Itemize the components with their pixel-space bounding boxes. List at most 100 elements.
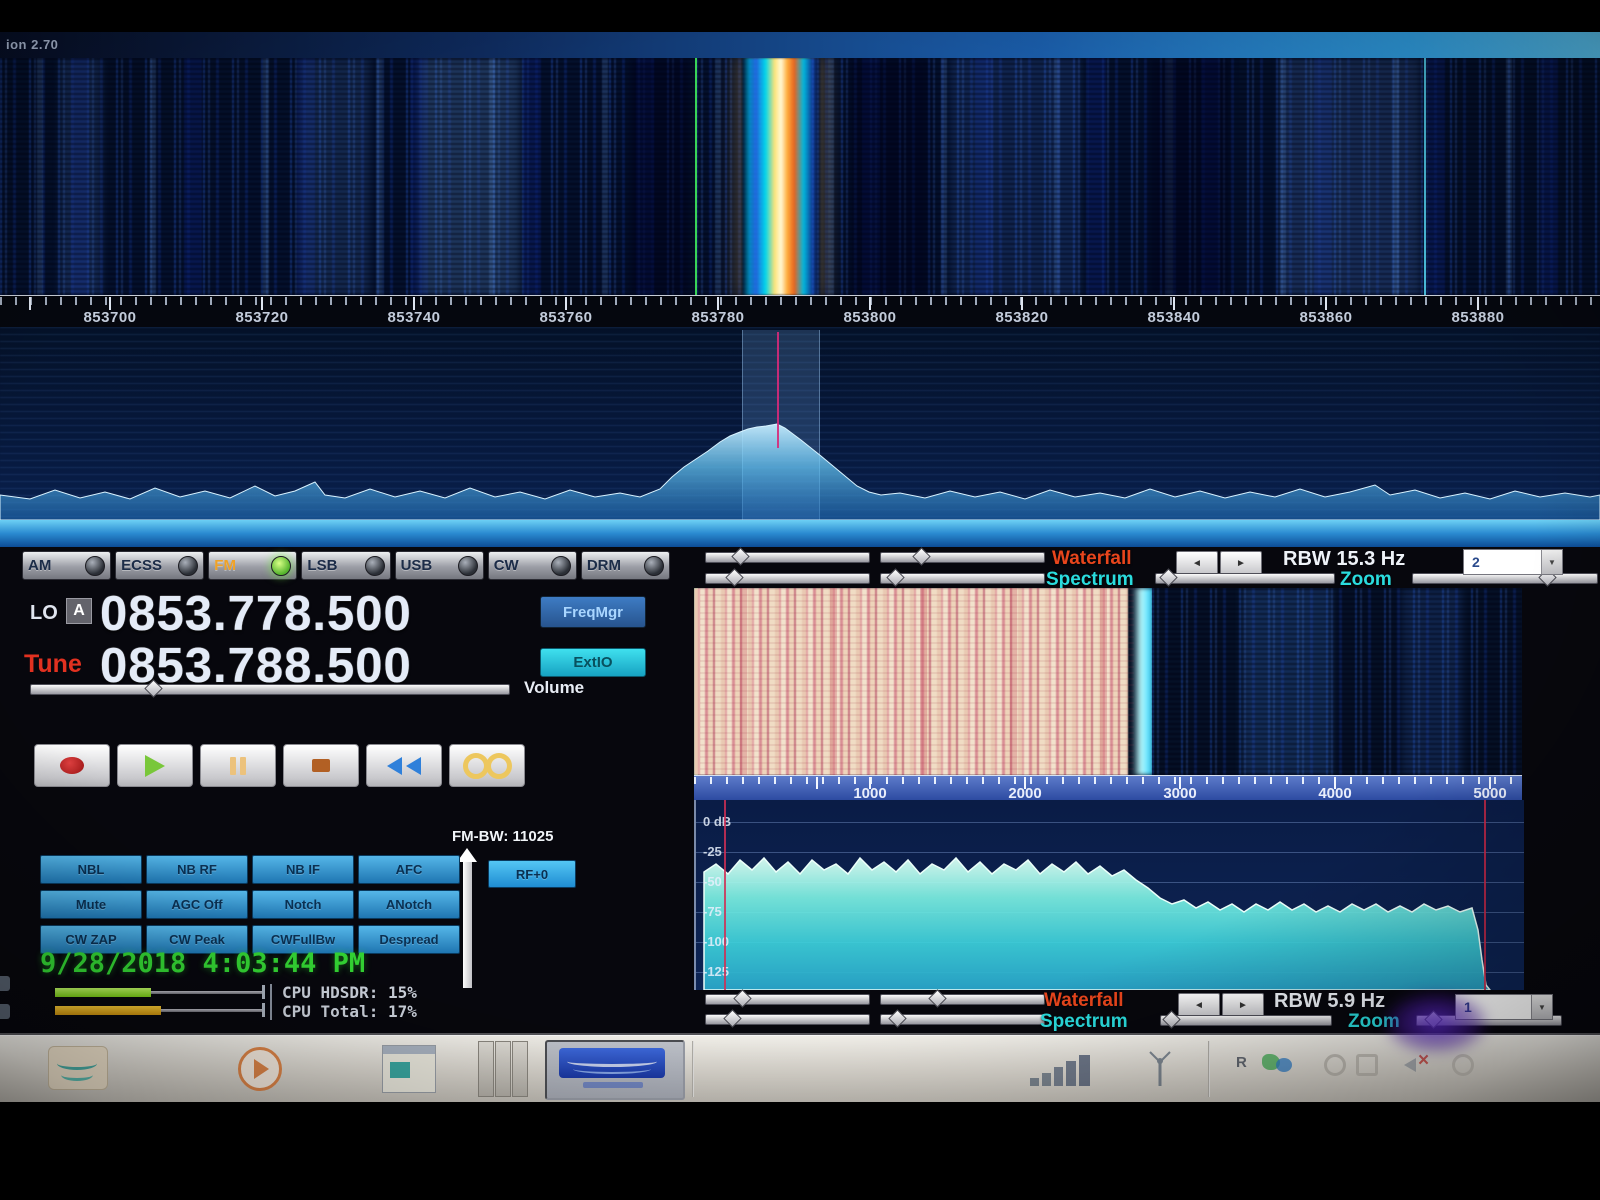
mode-button-usb[interactable]: USB	[395, 551, 484, 580]
mode-button-lsb[interactable]: LSB	[301, 551, 390, 580]
af-frequency-ruler[interactable]: 1000 2000 3000 4000 5000	[694, 775, 1522, 801]
play-button[interactable]	[117, 744, 193, 787]
tray-gray-icon[interactable]	[1452, 1054, 1474, 1076]
stacked-pane-icon[interactable]	[495, 1041, 511, 1097]
fm-bw-slider-arrow-icon[interactable]	[457, 848, 477, 862]
knob-icon[interactable]	[85, 556, 105, 576]
fm-bw-slider[interactable]	[463, 862, 472, 988]
rf-extra-slider[interactable]	[1155, 573, 1335, 584]
nb-if-button[interactable]: NB IF	[252, 855, 354, 884]
slider-thumb[interactable]	[1159, 568, 1177, 586]
af-waterfall-display[interactable]	[694, 588, 1522, 775]
rf-rbw-increase-button[interactable]: ►	[1220, 551, 1262, 575]
window-titlebar: ion 2.70	[0, 32, 1600, 59]
tray-blue-icon[interactable]	[1276, 1058, 1292, 1072]
antenna-icon[interactable]	[1142, 1050, 1178, 1088]
knob-icon[interactable]	[458, 556, 478, 576]
record-button[interactable]	[34, 744, 110, 787]
af-spectrum-trace	[696, 800, 1524, 990]
meter-track[interactable]	[151, 991, 263, 994]
rf-spectrum-contrast-slider[interactable]	[880, 573, 1045, 584]
slider-thumb[interactable]	[886, 568, 904, 586]
freqmgr-button[interactable]: FreqMgr	[540, 596, 646, 628]
af-spectrum-display[interactable]: 0 dB -25 -50 -75 -100 -125	[694, 800, 1524, 990]
af-noise-region	[1152, 588, 1522, 775]
datetime-display: 9/28/2018 4:03:44 PM	[40, 948, 365, 979]
slider-thumb[interactable]	[912, 547, 930, 565]
af-spectrum-contrast-slider[interactable]	[880, 1014, 1045, 1025]
rf-spectrum-display[interactable]	[0, 327, 1600, 520]
stacked-pane-icon[interactable]	[512, 1041, 528, 1097]
meter-track[interactable]	[161, 1009, 263, 1012]
rf-waterfall-speed-spinner[interactable]: 2 ▼	[1463, 549, 1563, 575]
spinner-dropdown-icon[interactable]: ▼	[1531, 995, 1552, 1019]
anotch-button[interactable]: ANotch	[358, 890, 460, 919]
rf-waterfall-display[interactable]	[0, 58, 1600, 295]
af-waterfall-speed-spinner[interactable]: 1 ▼	[1455, 994, 1553, 1020]
volume-slider[interactable]	[30, 684, 510, 695]
af-waterfall-brightness-slider[interactable]	[705, 994, 870, 1005]
notch-button[interactable]: Notch	[252, 890, 354, 919]
mute-button[interactable]: Mute	[40, 890, 142, 919]
knob-icon[interactable]	[644, 556, 664, 576]
mode-button-drm[interactable]: DRM	[581, 551, 670, 580]
stop-icon	[312, 759, 330, 772]
quick-launch-icon-1[interactable]	[48, 1046, 108, 1090]
af-waterfall-contrast-slider[interactable]	[880, 994, 1045, 1005]
knob-icon[interactable]	[365, 556, 385, 576]
loop-button[interactable]	[449, 744, 525, 787]
rf-rbw-decrease-button[interactable]: ◄	[1176, 551, 1218, 575]
mode-button-cw[interactable]: CW	[488, 551, 577, 580]
lo-frequency-display[interactable]: 0853.778.500	[100, 586, 412, 642]
mode-button-am[interactable]: AM	[22, 551, 111, 580]
stop-button[interactable]	[283, 744, 359, 787]
loop-icon	[486, 753, 512, 779]
rewind-icon	[387, 757, 402, 775]
pause-button[interactable]	[200, 744, 276, 787]
rewind-button[interactable]	[366, 744, 442, 787]
edge-tab	[0, 1004, 10, 1019]
vfo-band-button[interactable]: A	[66, 598, 92, 624]
rf-gain-button[interactable]: RF+0	[488, 860, 576, 888]
af-rbw-increase-button[interactable]: ►	[1222, 993, 1264, 1017]
meter-end-tick	[262, 985, 265, 999]
mode-button-fm[interactable]: FM	[208, 551, 297, 580]
rf-frequency-ruler[interactable]: 853700 853720 853740 853760 853780 85380…	[0, 295, 1600, 328]
mode-label: AM	[28, 557, 51, 574]
media-player-icon[interactable]	[238, 1047, 282, 1091]
tray-app-r-icon[interactable]: R	[1236, 1054, 1247, 1071]
mode-button-ecss[interactable]: ECSS	[115, 551, 204, 580]
agc-button[interactable]: AGC Off	[146, 890, 248, 919]
taskbar-divider	[692, 1041, 694, 1097]
afc-button[interactable]: AFC	[358, 855, 460, 884]
slider-thumb[interactable]	[731, 547, 749, 565]
decorative-wave	[61, 1069, 93, 1081]
knob-icon[interactable]	[551, 556, 571, 576]
stacked-pane-icon[interactable]	[478, 1041, 494, 1097]
tray-gray-icon[interactable]	[1324, 1054, 1346, 1076]
rf-spectrum-brightness-slider[interactable]	[705, 573, 870, 584]
af-extra-slider[interactable]	[1160, 1015, 1332, 1026]
rf-waterfall-brightness-slider[interactable]	[705, 552, 870, 563]
mode-label: CW	[494, 557, 519, 574]
windows-taskbar: R × 4:03 PM 9/28/2018	[0, 1035, 1600, 1102]
volume-mixer-bars-icon[interactable]	[1030, 1054, 1090, 1086]
extio-button[interactable]: ExtIO	[540, 648, 646, 677]
af-spectrum-brightness-slider[interactable]	[705, 1014, 870, 1025]
hdsdr-taskbar-button[interactable]	[545, 1040, 685, 1100]
pause-icon	[230, 757, 236, 775]
mode-label: DRM	[587, 557, 621, 574]
fm-active-led-icon[interactable]	[271, 556, 291, 576]
nb-rf-button[interactable]: NB RF	[146, 855, 248, 884]
volume-muted-icon[interactable]: ×	[1404, 1054, 1438, 1074]
spinner-dropdown-icon[interactable]: ▼	[1541, 550, 1562, 574]
knob-icon[interactable]	[178, 556, 198, 576]
despread-button[interactable]: Despread	[358, 925, 460, 954]
tray-gray-icon[interactable]	[1356, 1054, 1378, 1076]
nbl-button[interactable]: NBL	[40, 855, 142, 884]
cpu-total-text: CPU Total: 17%	[282, 1002, 417, 1021]
slider-thumb[interactable]	[725, 568, 743, 586]
rf-waterfall-contrast-slider[interactable]	[880, 552, 1045, 563]
af-rbw-decrease-button[interactable]: ◄	[1178, 993, 1220, 1017]
window-preview-icon[interactable]	[382, 1045, 436, 1093]
